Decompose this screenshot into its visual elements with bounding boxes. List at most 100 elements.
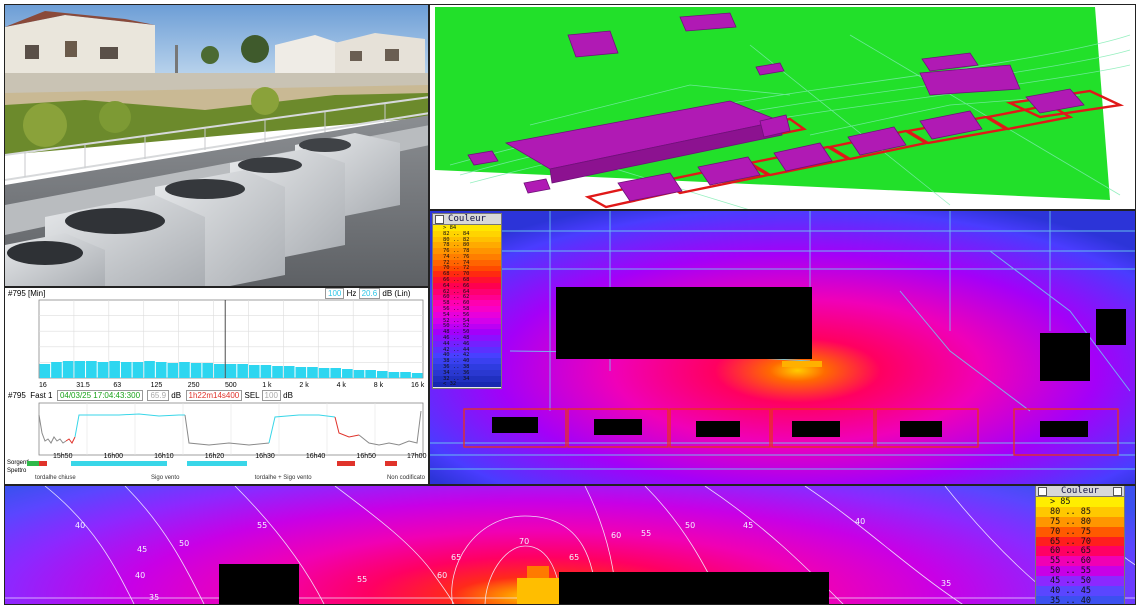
freq-tick-label: 16	[39, 382, 47, 389]
noise-map-top-heat	[430, 211, 1135, 484]
freq-tick-label: 16 k	[411, 382, 425, 389]
legend-bottom-row: 40 .. 45	[1036, 586, 1124, 596]
noise-map-top: Couleur > 84 82 .. 84 80 .. 82 78 .. 80 76 .…	[429, 210, 1136, 485]
spectrum-freq-unit: Hz	[346, 289, 357, 298]
freq-tick-label: 125	[150, 382, 163, 389]
legend-minimize-icon[interactable]	[1038, 487, 1047, 496]
source-legend-item: Sigo vento	[151, 475, 180, 481]
contour-label: 35	[941, 579, 951, 588]
source-block	[187, 461, 247, 466]
spectrum-bar	[237, 364, 248, 378]
source-block	[71, 461, 167, 466]
source-block	[39, 461, 47, 466]
source-block	[385, 461, 397, 466]
legend-top-rows: > 84 82 .. 84 80 .. 82 78 .. 80 76 .. 78 74 .…	[433, 225, 501, 387]
noise-map-bottom-heat: 40 45 40 50 55 55 60 65 70 65 60 55 50 45 40 35 35	[5, 486, 1135, 604]
spectrum-bar	[86, 361, 97, 378]
timeline-db-value: 65.9	[147, 390, 170, 401]
spectrum-bar	[400, 372, 411, 378]
3d-site-model	[429, 4, 1136, 210]
source-block	[397, 461, 427, 466]
spectrum-bar	[365, 370, 376, 378]
time-tick-label: 16h50	[356, 453, 376, 460]
time-tick-label: 16h00	[103, 453, 124, 460]
spectrum-bar	[342, 369, 353, 378]
spectrum-bar	[295, 367, 307, 378]
freq-tick-label: 31.5	[76, 382, 90, 389]
legend-top-title: Couleur	[448, 214, 486, 224]
spectrum-bar	[144, 361, 155, 378]
spectrum-bar	[97, 362, 109, 378]
contour-label: 55	[257, 521, 267, 530]
spectrum-bar	[39, 364, 51, 378]
model-green-ground	[430, 5, 1135, 209]
legend-close-icon[interactable]	[1113, 487, 1122, 496]
legend-top-row: < 32	[433, 381, 501, 387]
contour-label: 45	[743, 521, 753, 530]
source-coding-bar	[27, 461, 427, 466]
spectrum-bar-chart	[38, 299, 424, 379]
source-legend-item: tordalhe + Sigo vento	[254, 475, 312, 481]
spectrum-bar	[155, 362, 167, 378]
legend-bottom-row: 55 .. 60	[1036, 556, 1124, 566]
timeline-sel-unit: dB	[283, 391, 293, 400]
timeline-date: 04/03/25 17:04:43:300	[56, 390, 144, 401]
spectrum-bar	[74, 361, 86, 378]
contour-label: 45	[137, 545, 147, 554]
timeline-duration: 1h22m14s400	[185, 390, 243, 401]
freq-tick-label: 2 k	[299, 382, 309, 389]
noise-map-bottom: 40 45 40 50 55 55 60 65 70 65 60 55 50 45 40 35 35 Coule…	[4, 485, 1136, 605]
time-tick-label: 16h10	[154, 453, 174, 460]
spectrum-bar	[307, 367, 318, 378]
contour-label: 65	[451, 553, 461, 562]
timeline-chart	[38, 402, 424, 456]
source-block	[355, 461, 385, 466]
contour-label: 70	[519, 537, 529, 546]
spectrum-level-unit: dB (Lin)	[382, 289, 411, 298]
legend-bottom-title: Couleur	[1061, 486, 1099, 496]
spectrum-bar	[272, 366, 283, 378]
spectrum-bar	[167, 363, 179, 378]
spectrum-bar	[62, 361, 74, 378]
row-sorgenti: Sorgenti	[7, 460, 30, 466]
contour-label: 60	[611, 531, 621, 540]
spectrum-bar	[202, 363, 214, 378]
source-block	[167, 461, 187, 466]
source-block	[47, 461, 71, 466]
timeline-mode: Fast 1	[30, 391, 53, 400]
contour-label: 55	[357, 575, 367, 584]
contour-label: 50	[685, 521, 695, 530]
spectrum-bar	[214, 364, 225, 378]
time-tick-label: 17h00	[407, 453, 427, 460]
row-spettro: Spettro	[7, 468, 27, 474]
time-tick-label: 16h20	[204, 453, 225, 460]
contour-label: 60	[437, 571, 447, 580]
legend-bottom-row: 65 .. 70	[1036, 537, 1124, 547]
legend-bottom-row: 80 .. 85	[1036, 507, 1124, 517]
legend-bottom-rows: > 85 80 .. 85 75 .. 80 70 .. 75 65 .. 70 60 .…	[1036, 497, 1124, 604]
legend-bottom-row: 60 .. 65	[1036, 546, 1124, 556]
timeline-id: #795	[8, 391, 26, 400]
legend-bottom-row: 45 .. 50	[1036, 576, 1124, 586]
legend-top-header: Couleur	[433, 214, 501, 225]
contour-label: 65	[569, 553, 579, 562]
time-tick-label: 16h40	[305, 453, 326, 460]
time-tick-label: 15h50	[53, 453, 73, 460]
contour-label: 40	[855, 517, 865, 526]
source-legend-item: Non codificato	[386, 475, 425, 481]
source-block	[27, 461, 39, 466]
freq-tick-label: 8 k	[373, 382, 384, 389]
source-legend: tordalhe chiuse Sigo vento tordalhe + Sigo…	[35, 475, 425, 484]
contour-label: 50	[179, 539, 189, 548]
spectrum-bar	[411, 373, 423, 378]
spectrum-bar	[260, 365, 272, 378]
spectrum-bar	[120, 362, 132, 378]
sound-level-meter-view: #795 [Min] 100 Hz 20.6 dB (Lin) 16 31.5 63…	[4, 287, 429, 485]
spectrum-bar	[388, 372, 400, 378]
color-legend-bottom: Couleur > 85 80 .. 85 75 .. 80 70 .. 75 65 .…	[1035, 486, 1125, 604]
legend-bottom-row: 70 .. 75	[1036, 527, 1124, 537]
legend-minimize-icon[interactable]	[435, 215, 444, 224]
source-block	[337, 461, 355, 466]
spectrum-bar	[318, 368, 330, 378]
freq-tick-label: 63	[113, 382, 122, 389]
